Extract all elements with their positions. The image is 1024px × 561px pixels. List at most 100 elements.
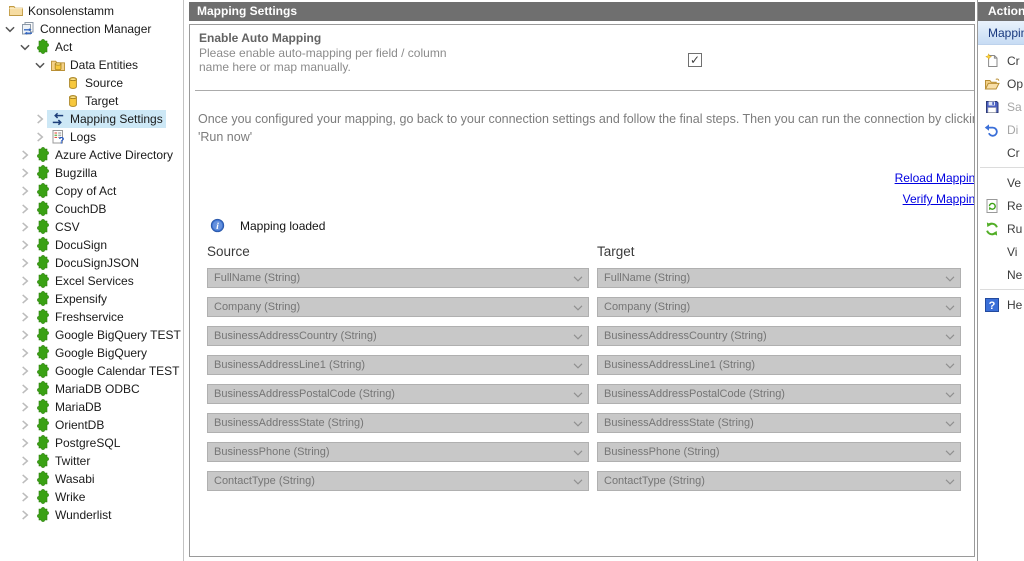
action-item-vi-9[interactable]: Vi [978, 240, 1024, 263]
target-field-dropdown[interactable]: BusinessAddressCountry (String) [597, 326, 961, 346]
tree-item-body[interactable]: PostgreSQL [32, 434, 123, 452]
tree-item-wunderlist[interactable]: Wunderlist [0, 506, 183, 524]
tree-item-google-calendar-test[interactable]: Google Calendar TEST [0, 362, 183, 380]
tree-item-konsolenstamm[interactable]: Konsolenstamm [0, 2, 183, 20]
chevron-collapsed-icon[interactable] [18, 455, 32, 467]
tree-item-bugzilla[interactable]: Bugzilla [0, 164, 183, 182]
tree-item-body[interactable]: Data Entities [47, 56, 141, 74]
target-field-dropdown[interactable]: BusinessAddressLine1 (String) [597, 355, 961, 375]
chevron-collapsed-icon[interactable] [18, 293, 32, 305]
tree-item-data-entities[interactable]: Data Entities [0, 56, 183, 74]
chevron-collapsed-icon[interactable] [18, 329, 32, 341]
target-field-dropdown[interactable]: Company (String) [597, 297, 961, 317]
source-field-dropdown[interactable]: Company (String) [207, 297, 589, 317]
tree-item-csv[interactable]: CSV [0, 218, 183, 236]
tree-item-body[interactable]: Google BigQuery [32, 344, 150, 362]
tree-item-docusignjson[interactable]: DocuSignJSON [0, 254, 183, 272]
source-field-dropdown[interactable]: ContactType (String) [207, 471, 589, 491]
source-field-dropdown[interactable]: BusinessAddressState (String) [207, 413, 589, 433]
chevron-collapsed-icon[interactable] [18, 257, 32, 269]
tree-item-act[interactable]: Act [0, 38, 183, 56]
action-item-he-12[interactable]: ? He [978, 293, 1024, 316]
source-field-dropdown[interactable]: BusinessAddressLine1 (String) [207, 355, 589, 375]
tree-item-wrike[interactable]: Wrike [0, 488, 183, 506]
tree-item-azure-active-directory[interactable]: Azure Active Directory [0, 146, 183, 164]
action-item-ne-10[interactable]: Ne [978, 263, 1024, 286]
source-field-dropdown[interactable]: BusinessPhone (String) [207, 442, 589, 462]
tree-item-body[interactable]: Wunderlist [32, 506, 114, 524]
chevron-collapsed-icon[interactable] [18, 203, 32, 215]
tree-item-copy-of-act[interactable]: Copy of Act [0, 182, 183, 200]
chevron-expanded-icon[interactable] [3, 23, 17, 35]
tree-item-connection-manager[interactable]: Connection Manager [0, 20, 183, 38]
tree-item-couchdb[interactable]: CouchDB [0, 200, 183, 218]
chevron-collapsed-icon[interactable] [18, 509, 32, 521]
chevron-collapsed-icon[interactable] [18, 221, 32, 233]
target-field-dropdown[interactable]: FullName (String) [597, 268, 961, 288]
tree-item-source[interactable]: Source [0, 74, 183, 92]
tree-item-mariadb[interactable]: MariaDB [0, 398, 183, 416]
chevron-collapsed-icon[interactable] [18, 419, 32, 431]
action-item-cr-4[interactable]: Cr [978, 141, 1024, 164]
tree-item-body[interactable]: Excel Services [32, 272, 137, 290]
tree-item-body[interactable]: Twitter [32, 452, 93, 470]
target-field-dropdown[interactable]: BusinessPhone (String) [597, 442, 961, 462]
action-item-re-7[interactable]: Re [978, 194, 1024, 217]
tree-item-body[interactable]: CSV [32, 218, 83, 236]
source-field-dropdown[interactable]: BusinessAddressPostalCode (String) [207, 384, 589, 404]
tree-item-body[interactable]: Expensify [32, 290, 110, 308]
reload-mapping-link[interactable]: Reload Mapping [895, 171, 974, 185]
tree-item-freshservice[interactable]: Freshservice [0, 308, 183, 326]
tree-item-body[interactable]: MariaDB [32, 398, 105, 416]
tree-item-body[interactable]: CouchDB [32, 200, 109, 218]
tree-item-twitter[interactable]: Twitter [0, 452, 183, 470]
target-field-dropdown[interactable]: BusinessAddressState (String) [597, 413, 961, 433]
tree-item-body[interactable]: Mapping Settings [47, 110, 166, 128]
tree-item-google-bigquery-test[interactable]: Google BigQuery TEST [0, 326, 183, 344]
action-item-cr-0[interactable]: Cr [978, 49, 1024, 72]
tree-item-body[interactable]: Copy of Act [32, 182, 119, 200]
tree-item-body[interactable]: Freshservice [32, 308, 127, 326]
action-item-ru-8[interactable]: Ru [978, 217, 1024, 240]
chevron-collapsed-icon[interactable] [18, 347, 32, 359]
action-item-ve-6[interactable]: Ve [978, 171, 1024, 194]
chevron-collapsed-icon[interactable] [18, 365, 32, 377]
tree-item-expensify[interactable]: Expensify [0, 290, 183, 308]
tree-item-excel-services[interactable]: Excel Services [0, 272, 183, 290]
chevron-collapsed-icon[interactable] [18, 167, 32, 179]
tree-item-mapping-settings[interactable]: Mapping Settings [0, 110, 183, 128]
tree-item-body[interactable]: Source [62, 74, 126, 92]
tree-item-body[interactable]: ? Logs [47, 128, 99, 146]
tree-item-body[interactable]: DocuSignJSON [32, 254, 142, 272]
tree-item-body[interactable]: Wasabi [32, 470, 98, 488]
target-field-dropdown[interactable]: BusinessAddressPostalCode (String) [597, 384, 961, 404]
tree-item-body[interactable]: Bugzilla [32, 164, 100, 182]
target-field-dropdown[interactable]: ContactType (String) [597, 471, 961, 491]
source-field-dropdown[interactable]: BusinessAddressCountry (String) [207, 326, 589, 346]
tree-item-body[interactable]: OrientDB [32, 416, 107, 434]
chevron-collapsed-icon[interactable] [18, 437, 32, 449]
action-item-op-1[interactable]: Op [978, 72, 1024, 95]
tree-item-body[interactable]: Wrike [32, 488, 88, 506]
chevron-expanded-icon[interactable] [33, 59, 47, 71]
auto-mapping-checkbox[interactable]: ✓ [688, 53, 702, 67]
verify-mapping-link[interactable]: Verify Mapping [903, 192, 974, 206]
chevron-collapsed-icon[interactable] [18, 185, 32, 197]
tree-item-body[interactable]: Google BigQuery TEST [32, 326, 183, 344]
chevron-collapsed-icon[interactable] [18, 149, 32, 161]
tree-item-body[interactable]: Connection Manager [17, 20, 154, 38]
tree-item-body[interactable]: Act [32, 38, 75, 56]
chevron-collapsed-icon[interactable] [33, 131, 47, 143]
tree-item-google-bigquery[interactable]: Google BigQuery [0, 344, 183, 362]
tree-item-body[interactable]: MariaDB ODBC [32, 380, 143, 398]
chevron-collapsed-icon[interactable] [18, 239, 32, 251]
tree-item-body[interactable]: Target [62, 92, 121, 110]
chevron-collapsed-icon[interactable] [18, 473, 32, 485]
chevron-collapsed-icon[interactable] [18, 401, 32, 413]
tree-item-body[interactable]: Konsolenstamm [5, 2, 117, 20]
chevron-collapsed-icon[interactable] [33, 113, 47, 125]
chevron-collapsed-icon[interactable] [18, 383, 32, 395]
chevron-collapsed-icon[interactable] [18, 311, 32, 323]
tree-item-body[interactable]: Azure Active Directory [32, 146, 176, 164]
chevron-expanded-icon[interactable] [18, 41, 32, 53]
